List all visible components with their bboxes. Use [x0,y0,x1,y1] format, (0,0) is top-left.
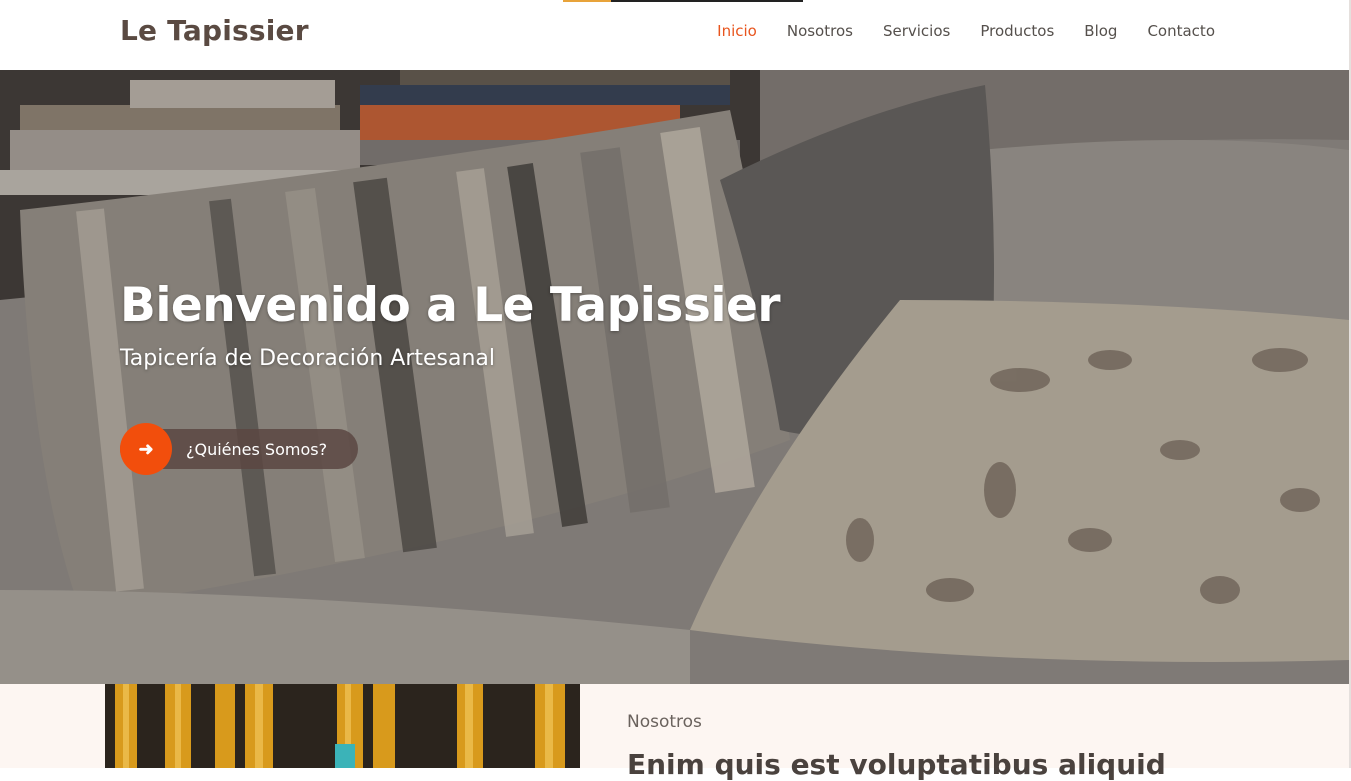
hero-section: Bienvenido a Le Tapissier Tapicería de D… [0,70,1349,684]
about-heading: Enim quis est voluptatibus aliquid [627,748,1166,781]
nav-item-contacto[interactable]: Contacto [1147,22,1215,40]
quienes-somos-button[interactable]: ➜ ¿Quiénes Somos? [120,423,358,475]
nav-item-productos[interactable]: Productos [980,22,1054,40]
arrow-right-icon[interactable]: ➜ [120,423,172,475]
about-section: Nosotros Enim quis est voluptatibus aliq… [0,684,1351,781]
page-loader-bar [563,0,803,2]
nav-item-blog[interactable]: Blog [1084,22,1117,40]
nav-item-inicio[interactable]: Inicio [717,22,757,40]
quienes-somos-label[interactable]: ¿Quiénes Somos? [186,440,327,459]
hero-title: Bienvenido a Le Tapissier [120,278,781,333]
hero-subtitle: Tapicería de Decoración Artesanal [120,346,496,371]
main-nav: Inicio Nosotros Servicios Productos Blog… [717,22,1215,40]
nav-item-nosotros[interactable]: Nosotros [787,22,853,40]
hero-overlay [0,70,1349,684]
page-loader-fill [563,0,611,2]
nav-item-servicios[interactable]: Servicios [883,22,950,40]
about-eyebrow: Nosotros [627,712,702,732]
site-logo[interactable]: Le Tapissier [120,14,309,47]
about-image [105,684,580,768]
site-header: Le Tapissier Inicio Nosotros Servicios P… [0,0,1351,70]
